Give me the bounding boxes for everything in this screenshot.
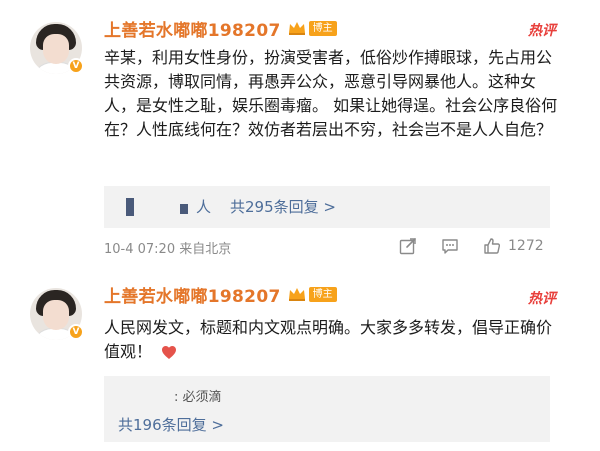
heart-icon	[162, 346, 177, 359]
share-button[interactable]	[398, 236, 418, 256]
comment-meta: 10-4 07:20 来自北京	[104, 242, 232, 257]
author-badge: 博主	[308, 20, 337, 36]
comment-actions: 1272	[398, 236, 544, 256]
comment-card: V 上善若水嘟嘟198207 博主 热评 辛某，利用女性身份，扮演受害者，低俗炒…	[0, 0, 600, 268]
like-count: 1272	[508, 238, 544, 254]
share-icon	[399, 238, 416, 255]
author-badge: 博主	[308, 286, 337, 302]
reply-preview[interactable]: 人 共295条回复 >	[104, 186, 550, 228]
reply-snippet: : 必须滴	[174, 390, 222, 405]
like-button[interactable]: 1272	[482, 236, 544, 256]
comment-button[interactable]	[440, 236, 460, 256]
username-link[interactable]: 上善若水嘟嘟198207	[104, 16, 281, 41]
view-replies-link[interactable]: 共196条回复 >	[118, 414, 224, 435]
comment-text: 人民网发文，标题和内文观点明确。大家多多转发，倡导正确价值观！	[104, 316, 564, 364]
comment-icon	[442, 239, 458, 254]
verified-v-icon: V	[68, 324, 84, 340]
view-replies-link[interactable]: 共295条回复 >	[230, 196, 336, 217]
comment-text: 辛某，利用女性身份，扮演受害者，低俗炒作搏眼球，先占用公共资源，博取同情，再愚弄…	[104, 48, 558, 139]
crown-icon	[287, 20, 307, 36]
hot-comment-tag: 热评	[528, 291, 556, 307]
comment-header: 上善若水嘟嘟198207 博主	[104, 16, 337, 41]
verified-v-icon: V	[68, 58, 84, 74]
redacted-block	[126, 198, 134, 216]
reply-snippet: 人	[196, 198, 212, 216]
crown-icon	[287, 286, 307, 302]
comment-card: V 上善若水嘟嘟198207 博主 热评 人民网发文，标题和内文观点明确。大家多…	[0, 268, 600, 451]
comment-header: 上善若水嘟嘟198207 博主	[104, 282, 337, 307]
hot-comment-tag: 热评	[528, 23, 556, 39]
redacted-block	[180, 204, 188, 214]
reply-preview[interactable]: : 必须滴 共196条回复 >	[104, 376, 550, 442]
thumbs-up-icon	[484, 238, 501, 254]
username-link[interactable]: 上善若水嘟嘟198207	[104, 282, 281, 307]
